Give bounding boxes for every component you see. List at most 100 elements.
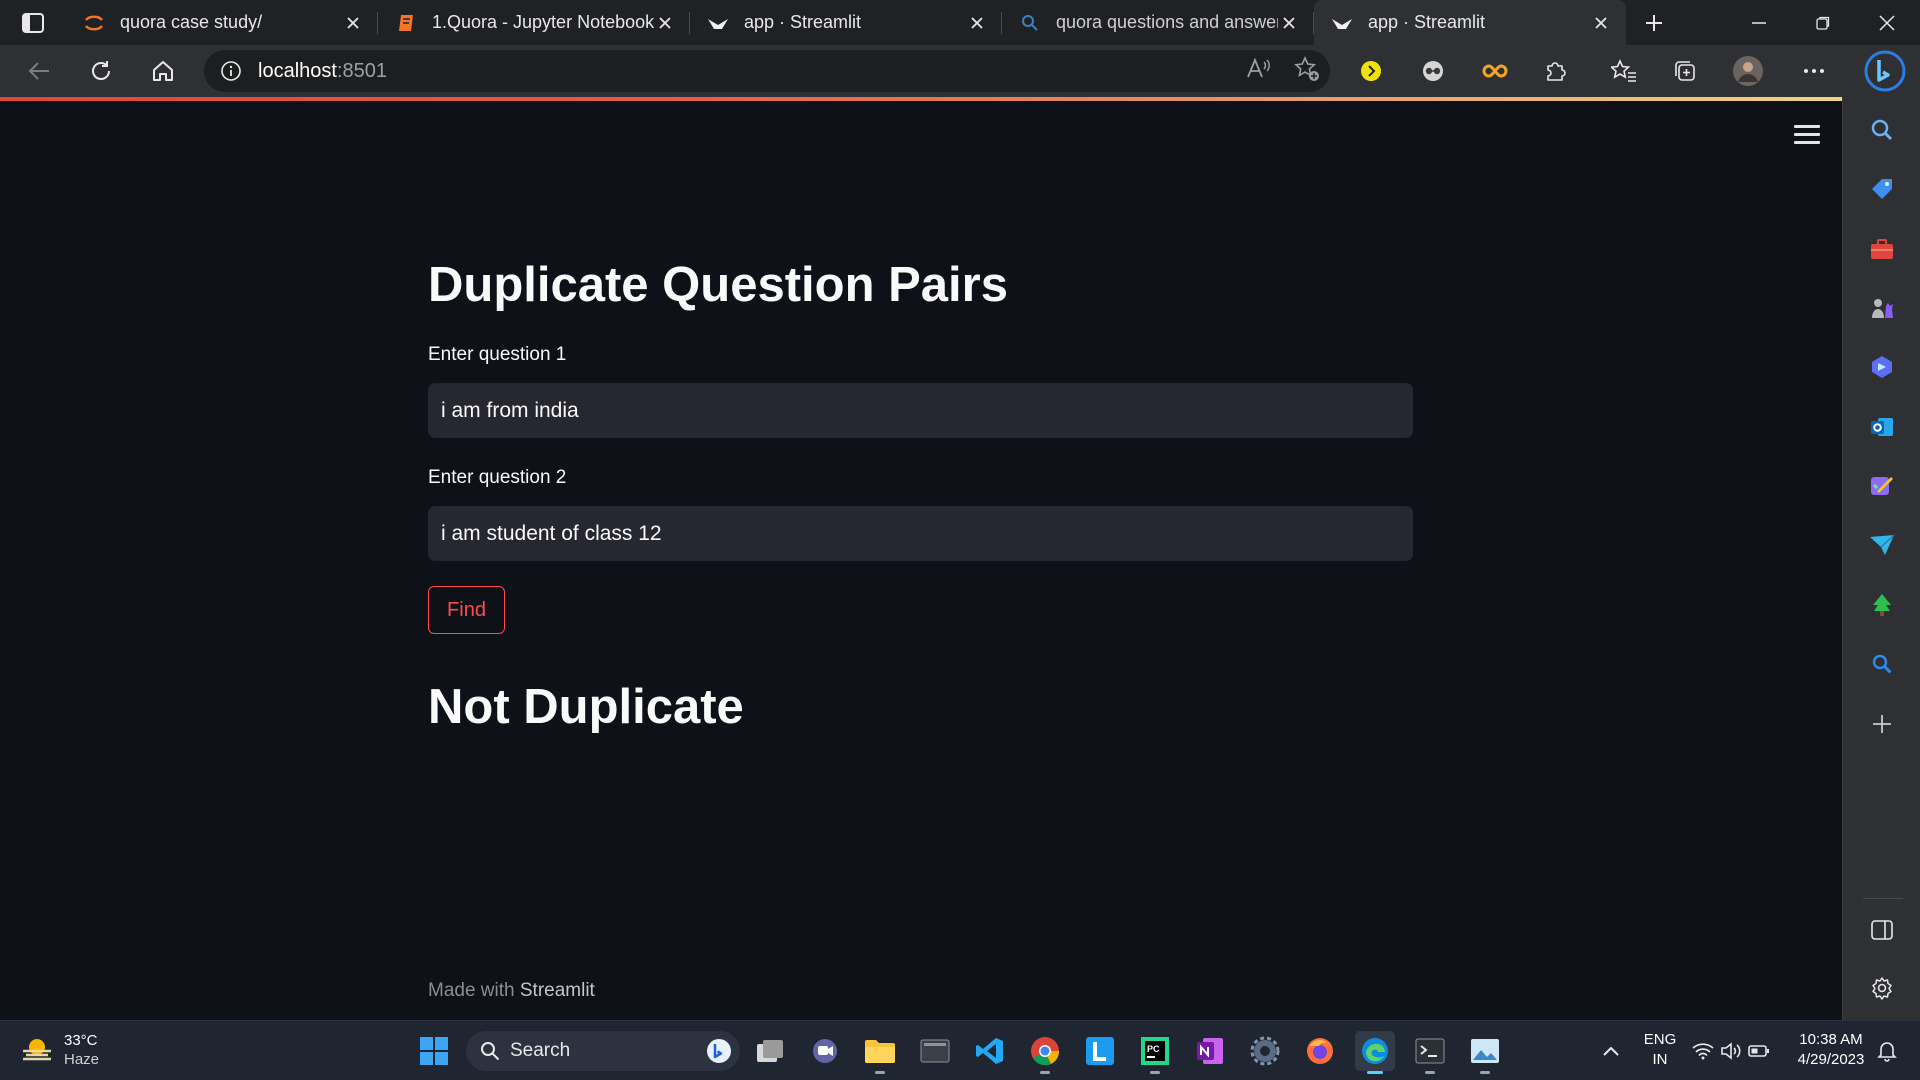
url-text[interactable]: localhost:8501 <box>258 60 387 83</box>
search-icon <box>1872 654 1892 674</box>
chrome-icon <box>1031 1037 1060 1066</box>
taskbar-terminal[interactable] <box>1410 1031 1450 1074</box>
start-button[interactable] <box>414 1031 454 1071</box>
url-host: localhost <box>258 59 337 82</box>
taskbar-l-app[interactable] <box>1080 1031 1120 1071</box>
settings-more-button[interactable] <box>1788 45 1840 97</box>
notifications-button[interactable] <box>1872 1031 1902 1071</box>
main-menu-button[interactable] <box>1794 125 1820 147</box>
streamlit-link[interactable]: Streamlit <box>520 980 595 1001</box>
bing-copilot-button[interactable] <box>1854 45 1916 97</box>
tab-title: app · Streamlit <box>744 12 862 32</box>
sidebar-drop-button[interactable] <box>1843 525 1920 565</box>
favorites-icon[interactable] <box>1598 45 1650 97</box>
sidebar-add-button[interactable] <box>1843 704 1920 744</box>
sidebar-bing-search-button[interactable] <box>1843 644 1920 684</box>
profile-avatar[interactable] <box>1722 45 1774 97</box>
home-button[interactable] <box>132 45 194 97</box>
tab-quora-search[interactable]: quora questions and answers <box>1002 0 1314 45</box>
sidebar-games-button[interactable] <box>1843 288 1920 328</box>
extension-glasses-icon[interactable] <box>1407 45 1459 97</box>
streamlit-app: Duplicate Question Pairs Enter question … <box>0 101 1842 1020</box>
taskbar-vscode[interactable] <box>970 1031 1010 1071</box>
sidebar-hide-button[interactable] <box>1843 910 1920 950</box>
sidebar-settings-button[interactable] <box>1843 968 1920 1008</box>
find-button[interactable]: Find <box>428 586 505 634</box>
tab-streamlit-app-1[interactable]: app · Streamlit <box>690 0 1002 45</box>
taskbar-chrome[interactable] <box>1025 1031 1065 1074</box>
volume-icon <box>1721 1042 1741 1060</box>
image-viewer-icon <box>1471 1039 1499 1063</box>
quick-settings-button[interactable] <box>1686 1031 1776 1071</box>
add-favorite-icon[interactable] <box>1294 55 1320 87</box>
running-indicator <box>1425 1071 1435 1074</box>
minimize-button[interactable] <box>1728 0 1790 45</box>
tab-title: app · Streamlit <box>1368 12 1486 32</box>
l-app-icon <box>1086 1037 1114 1065</box>
taskbar-onenote[interactable] <box>1190 1031 1230 1071</box>
close-window-button[interactable] <box>1856 0 1918 45</box>
clock[interactable]: 10:38 AM 4/29/2023 <box>1790 1030 1872 1070</box>
clock-date: 4/29/2023 <box>1797 1051 1865 1068</box>
sidebar-tree-button[interactable] <box>1843 585 1920 625</box>
sidebar-copilot-button[interactable] <box>1843 347 1920 387</box>
read-aloud-icon[interactable] <box>1246 57 1272 86</box>
app-window-icon <box>920 1039 950 1063</box>
tab-title: 1.Quora - Jupyter Notebook <box>432 12 654 32</box>
extension-yellow-icon[interactable] <box>1345 45 1397 97</box>
taskbar-file-explorer[interactable] <box>860 1031 900 1074</box>
sidebar-shopping-button[interactable] <box>1843 169 1920 209</box>
close-icon[interactable] <box>966 12 988 34</box>
taskbar-firefox[interactable] <box>1300 1031 1340 1071</box>
question1-label: Enter question 1 <box>428 344 567 365</box>
toolbox-icon <box>1871 239 1893 259</box>
language-indicator[interactable]: ENG IN <box>1642 1030 1678 1070</box>
sidebar-outlook-button[interactable] <box>1843 407 1920 447</box>
streamlit-icon <box>706 11 730 35</box>
refresh-button[interactable] <box>70 45 132 97</box>
browser-tab-strip: quora case study/ 1.Quora - Jupyter Note… <box>0 0 1920 45</box>
extensions-puzzle-icon[interactable] <box>1530 45 1582 97</box>
weather-widget[interactable]: 33°C Haze <box>20 1031 99 1069</box>
tab-streamlit-app-active[interactable]: app · Streamlit <box>1314 0 1626 45</box>
site-info-icon[interactable] <box>204 60 258 82</box>
haze-sun-icon <box>23 1039 51 1061</box>
question1-input[interactable] <box>428 383 1413 438</box>
taskbar-pycharm[interactable]: PC <box>1135 1031 1175 1074</box>
footer-prefix: Made with <box>428 980 520 1001</box>
running-indicator <box>1480 1071 1490 1074</box>
address-bar[interactable]: localhost:8501 <box>204 50 1330 92</box>
collections-icon[interactable] <box>1659 45 1711 97</box>
sidebar-tools-button[interactable] <box>1843 229 1920 269</box>
new-tab-button[interactable] <box>1626 0 1682 45</box>
close-icon[interactable] <box>1590 12 1612 34</box>
question2-input[interactable] <box>428 506 1413 561</box>
taskbar-image-viewer[interactable] <box>1465 1031 1505 1074</box>
search-icon <box>1871 119 1893 141</box>
taskbar-settings[interactable] <box>1245 1031 1285 1071</box>
taskbar-edge[interactable] <box>1355 1031 1395 1074</box>
taskbar-app-window[interactable] <box>915 1031 955 1071</box>
sidebar-search-button[interactable] <box>1843 110 1920 150</box>
task-view-button[interactable] <box>750 1031 790 1071</box>
restore-button[interactable] <box>1792 0 1854 45</box>
weather-condition: Haze <box>64 1051 100 1068</box>
back-button[interactable] <box>8 45 70 97</box>
running-indicator <box>1150 1071 1160 1074</box>
question2-label: Enter question 2 <box>428 467 567 488</box>
taskbar-search[interactable]: Search <box>466 1031 740 1071</box>
close-icon[interactable] <box>654 12 676 34</box>
sidebar-designer-button[interactable] <box>1843 466 1920 506</box>
taskbar-teams-chat[interactable] <box>805 1031 845 1071</box>
close-icon[interactable] <box>342 12 364 34</box>
close-icon[interactable] <box>1278 12 1300 34</box>
tab-quora-case-study[interactable]: quora case study/ <box>66 0 378 45</box>
more-icon <box>1804 69 1824 73</box>
outlook-icon <box>1871 418 1893 436</box>
extension-infinity-icon[interactable] <box>1469 45 1521 97</box>
teams-chat-icon <box>813 1039 837 1063</box>
tab-jupyter-notebook[interactable]: 1.Quora - Jupyter Notebook <box>378 0 690 45</box>
plus-icon <box>1646 14 1662 31</box>
show-hidden-icons-button[interactable] <box>1591 1031 1631 1071</box>
tab-actions-button[interactable] <box>0 0 66 45</box>
